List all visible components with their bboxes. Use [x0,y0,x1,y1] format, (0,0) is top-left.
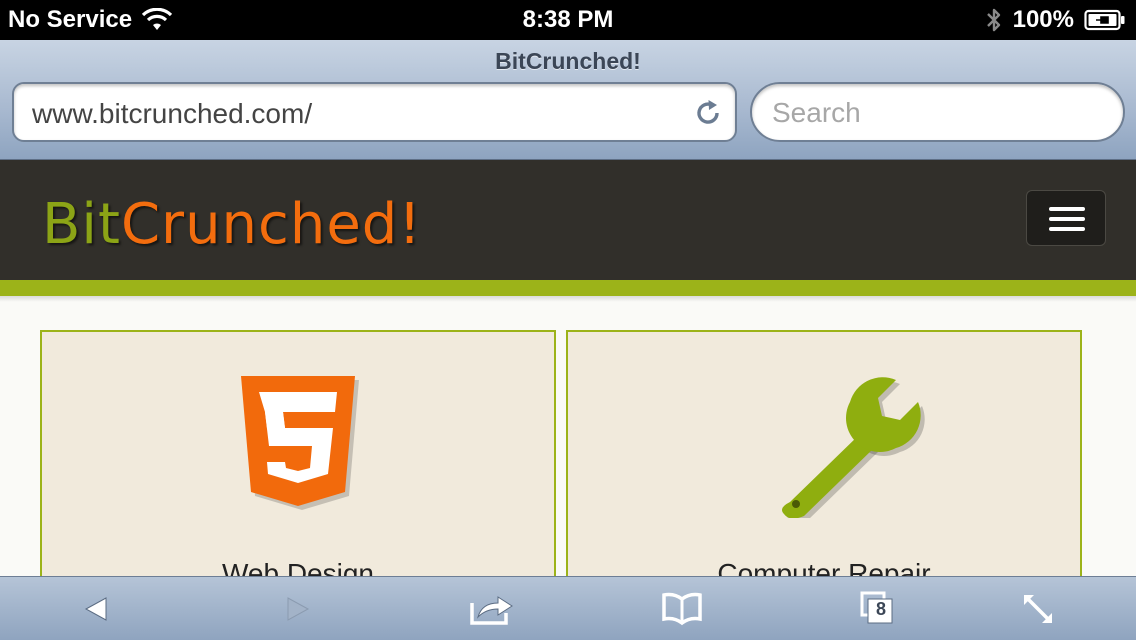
service-card-web-design[interactable]: Web Design [40,330,556,576]
share-icon [468,591,516,627]
fullscreen-button[interactable] [1014,587,1062,631]
bluetooth-icon [985,6,1003,34]
back-button[interactable] [72,587,120,631]
bookmarks-icon [660,591,704,627]
reload-icon[interactable] [693,98,723,128]
hamburger-menu-button[interactable] [1026,190,1106,246]
menu-bar-icon [1049,227,1085,231]
service-card-computer-repair[interactable]: Computer Repair [566,330,1082,576]
web-content: BitCrunched! Web Design Computer Repair [0,160,1136,576]
url-text[interactable]: www.bitcrunched.com/ [32,98,312,130]
battery-percent: 100% [1012,6,1074,33]
forward-icon [284,595,312,623]
back-icon [82,595,110,623]
header-shadow [0,296,1136,302]
html5-icon [42,368,554,518]
status-right: 100% [985,6,1126,34]
browser-bottom-toolbar: 8 [0,576,1136,640]
forward-button[interactable] [274,587,322,631]
bookmarks-button[interactable] [658,587,706,631]
share-button[interactable] [468,587,516,631]
menu-bar-icon [1049,217,1085,221]
status-bar: No Service 8:38 PM 100% [0,0,1136,40]
fullscreen-icon [1020,591,1056,627]
url-field[interactable]: www.bitcrunched.com/ [12,82,737,142]
card-label[interactable]: Web Design [42,558,554,576]
page-title: BitCrunched! [495,48,641,74]
site-header: BitCrunched! [0,160,1136,280]
wrench-icon [568,368,1080,523]
logo-part-crunched: Crunched! [120,192,422,257]
logo-part-bit: Bit [42,192,121,257]
tabs-button[interactable]: 8 [852,587,900,631]
battery-icon [1084,9,1126,31]
menu-bar-icon [1049,207,1085,211]
browser-top-bar: BitCrunched! www.bitcrunched.com/ [0,40,1136,160]
tab-count: 8 [876,599,887,619]
search-field[interactable] [750,82,1125,142]
header-accent-stripe [0,280,1136,296]
site-logo[interactable]: BitCrunched! [42,192,422,257]
search-input[interactable] [772,96,1102,130]
card-label[interactable]: Computer Repair [568,558,1080,576]
status-time: 8:38 PM [522,6,614,33]
